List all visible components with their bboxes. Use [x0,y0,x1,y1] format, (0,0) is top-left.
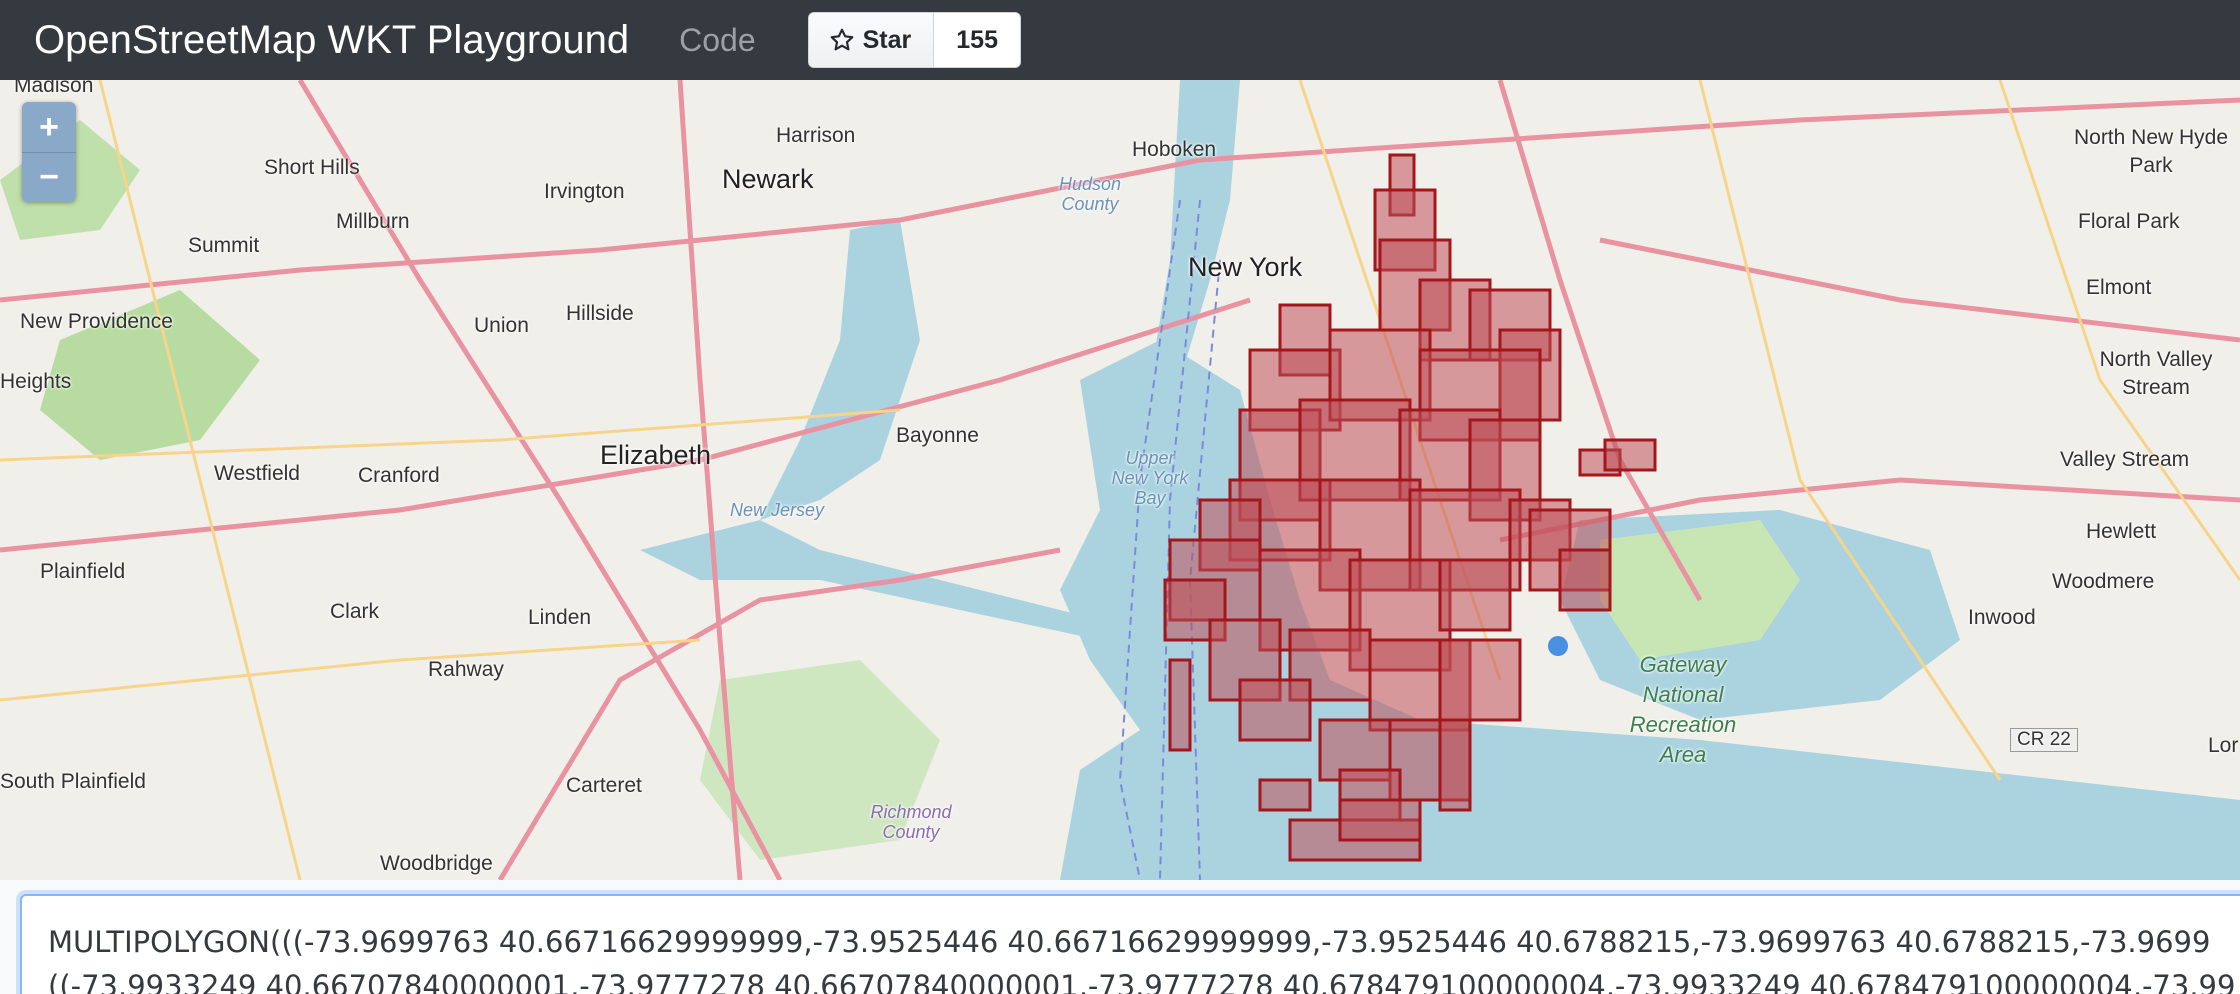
github-star-widget: Star 155 [807,12,1021,68]
water-newark-bay [760,220,920,520]
water-kill [640,520,1100,640]
label-summit: Summit [188,234,260,257]
zoom-control: + − [22,102,76,202]
label-newark: Newark [722,164,814,194]
label-westfield: Westfield [214,462,300,485]
label-gateway: Gateway National Recreation Area [1629,652,1737,767]
star-icon [830,28,853,51]
editor-panel: MULTIPOLYGON(((-73.9699763 40.6671662999… [0,880,2240,994]
label-valley-stream: Valley Stream [2060,448,2190,471]
app-title[interactable]: OpenStreetMap WKT Playground [34,18,629,63]
wkt-textarea[interactable]: MULTIPOLYGON(((-73.9699763 40.6671662999… [20,894,2240,994]
label-plainfield: Plainfield [40,560,126,583]
label-union: Union [474,314,529,337]
label-new-york: New York [1188,252,1303,282]
label-cranford: Cranford [358,464,440,487]
label-hoboken: Hoboken [1132,138,1217,161]
label-bayonne: Bayonne [896,424,979,447]
water-river [1150,80,1240,380]
label-north-valley-stream: North Valley Stream [2099,348,2213,399]
label-madison: Madison [14,80,94,97]
wkt-line-2: ((-73.9933249 40.66707840000001,-73.9777… [48,969,2236,994]
wkt-line-1: MULTIPOLYGON(((-73.9699763 40.6671662999… [48,925,2211,959]
label-hudson-county: Hudson County [1058,174,1122,214]
label-upper-bay: Upper New York Bay [1111,448,1189,508]
label-woodbridge: Woodbridge [380,852,493,875]
label-irvington: Irvington [544,180,625,203]
label-floral-park: Floral Park [2078,210,2180,233]
label-elmont: Elmont [2086,276,2152,299]
label-inwood: Inwood [1968,606,2036,629]
label-rahway: Rahway [428,658,504,681]
label-millburn: Millburn [336,210,410,233]
label-new-providence: New Providence [20,310,173,333]
map-view[interactable]: Madison Short Hills Summit Millburn Irvi… [0,80,2240,880]
label-heights: Heights [0,370,72,393]
label-north-new-hyde-park: North New Hyde Park [2073,126,2229,177]
location-marker [1548,636,1568,656]
label-cr22: CR 22 [2010,728,2078,752]
code-link[interactable]: Code [679,22,756,59]
zoom-in-button[interactable]: + [22,102,76,152]
zoom-out-button[interactable]: − [22,152,76,202]
label-south-plainfield: South Plainfield [0,770,146,793]
label-richmond-county: Richmond County [870,802,952,842]
label-elizabeth: Elizabeth [600,440,712,470]
label-woodmere: Woodmere [2052,570,2155,593]
label-short-hills: Short Hills [264,156,360,179]
label-hewlett: Hewlett [2086,520,2157,543]
label-linden: Linden [528,606,592,629]
star-count[interactable]: 155 [934,13,1020,67]
label-hillside: Hillside [566,302,634,325]
navbar: OpenStreetMap WKT Playground Code Star 1… [0,0,2240,80]
label-carteret: Carteret [566,774,642,797]
label-clark: Clark [330,600,380,623]
star-label: Star [862,25,912,54]
label-lor: Lor [2208,734,2239,757]
star-button[interactable]: Star [808,13,935,67]
label-new-jersey: New Jersey [730,500,825,520]
label-harrison: Harrison [776,124,856,147]
